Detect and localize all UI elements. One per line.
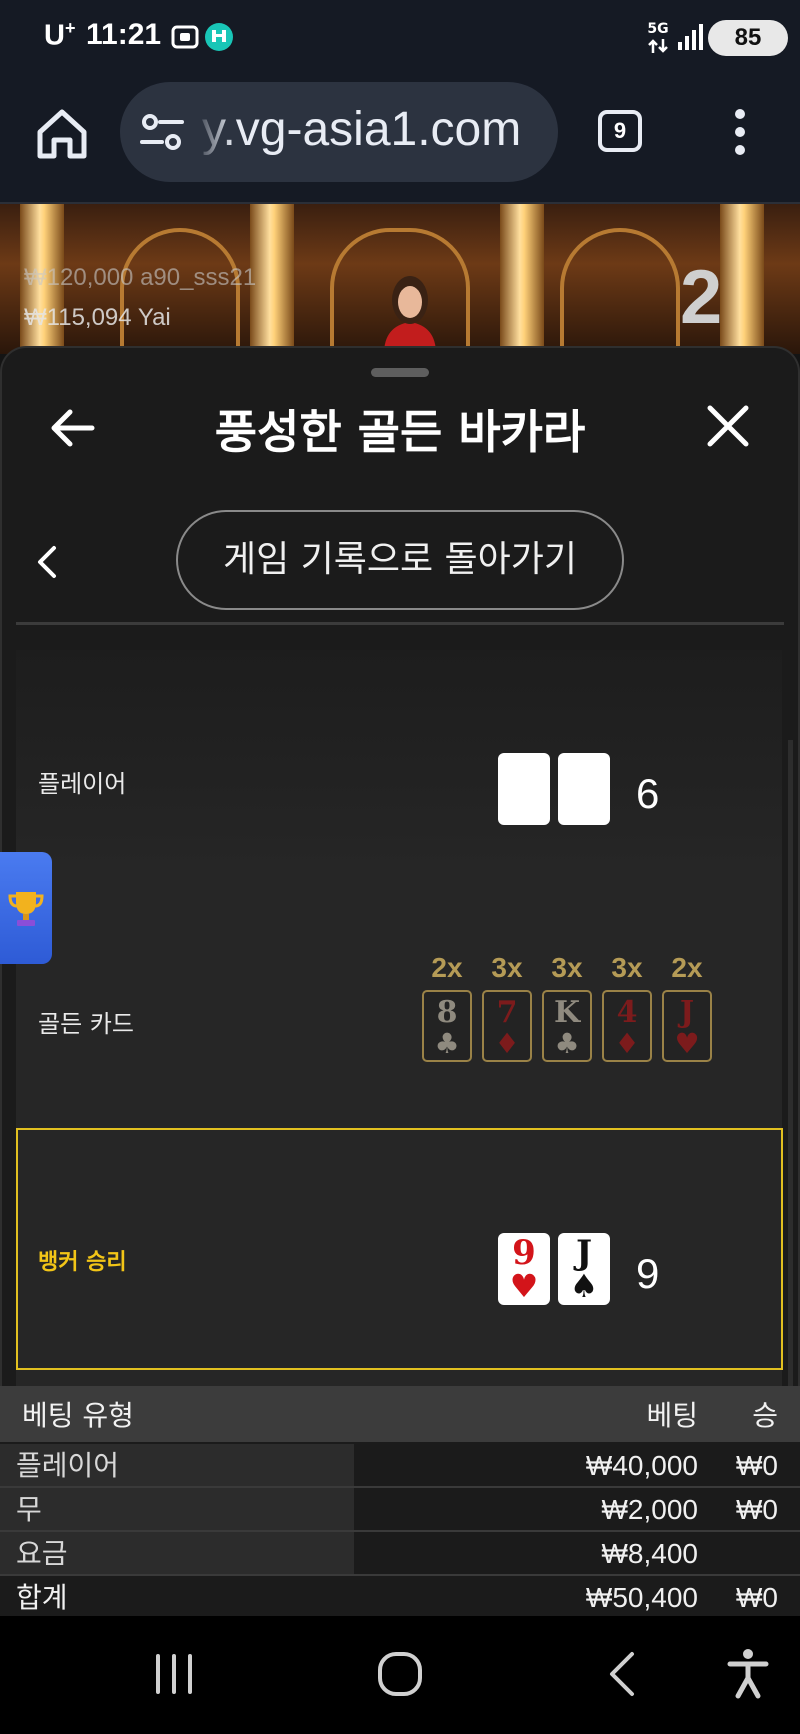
card-rank: 7: [572, 753, 596, 793]
card-rank: J: [679, 995, 695, 1030]
banker-card-2: J ♠: [558, 1233, 610, 1305]
golden-card-1: 8 ♣: [422, 990, 472, 1062]
table-total-row: 합계 ₩50,400 ₩0: [0, 1576, 800, 1620]
header-win: 승: [752, 1399, 778, 1432]
back-to-history-button[interactable]: 게임 기록으로 돌아가기: [176, 510, 624, 610]
card-rank: 9: [512, 753, 536, 793]
player-card-2: 7 ♣: [558, 753, 610, 825]
card-suit: ♣: [434, 1027, 460, 1060]
card-suit: ♠: [569, 1267, 599, 1305]
bet-amount-cell: ₩50,400: [585, 1582, 698, 1613]
table-row: 무 ₩2,000 ₩0: [0, 1488, 800, 1532]
panel-title: 풍성한 골든 바카라: [214, 405, 586, 459]
card-rank: 7: [496, 995, 518, 1030]
win-amount-cell: ₩0: [736, 1494, 778, 1525]
screen: U+ 11:21 5G 85 y.vg-asia1.com 9 ₩120,000…: [0, 0, 800, 1734]
browser-toolbar: y.vg-asia1.com 9: [0, 78, 800, 204]
screenshot-icon: [171, 25, 199, 49]
bet-type-cell: 무: [0, 1488, 354, 1530]
card-suit: ♣: [554, 1027, 580, 1060]
bet-type-cell: 플레이어: [0, 1444, 354, 1486]
bet-amount-cell: ₩8,400: [601, 1538, 699, 1569]
golden-card-4: 4 ♦: [602, 990, 652, 1062]
card-suit: ♥: [509, 1267, 539, 1305]
url-text[interactable]: y.vg-asia1.com: [202, 102, 521, 157]
win-amount-cell: ₩0: [736, 1582, 778, 1613]
card-rank: 9: [512, 1233, 536, 1273]
clock: 11:21: [86, 18, 162, 51]
win-amount-cell: ₩0: [736, 1450, 778, 1481]
golden-multiplier-4: 3x: [611, 952, 643, 983]
card-suit: ♥: [674, 1027, 700, 1060]
drag-handle[interactable]: [371, 368, 429, 377]
signal-icon: [678, 24, 703, 50]
system-nav-bar: [0, 1616, 800, 1734]
accessibility-icon[interactable]: [726, 1646, 770, 1702]
banker-result-label: 뱅커 승리: [38, 1250, 127, 1275]
app-notification-icon: [205, 23, 233, 51]
status-bar: U+ 11:21 5G 85: [0, 0, 800, 78]
golden-multiplier-2: 3x: [491, 952, 523, 983]
chevron-left-icon[interactable]: [34, 544, 60, 580]
player-card-1: 9 ♣: [498, 753, 550, 825]
golden-card-2: 7 ♦: [482, 990, 532, 1062]
card-rank: K: [553, 995, 581, 1030]
card-suit: ♦: [494, 1027, 520, 1060]
more-vert-icon[interactable]: [728, 106, 752, 158]
arrow-left-icon[interactable]: [48, 404, 96, 452]
leaderboard-tab[interactable]: [0, 852, 52, 964]
carrier-label: U+: [44, 18, 76, 52]
table-row: 요금 ₩8,400: [0, 1532, 800, 1576]
back-icon[interactable]: [604, 1646, 640, 1702]
banker-win-highlight: [16, 1128, 783, 1370]
round-number: 2: [680, 255, 723, 340]
card-suit: ♣: [569, 787, 599, 825]
bet-amount-cell: ₩40,000: [585, 1450, 698, 1481]
header-bet: 베팅: [646, 1399, 698, 1432]
home-icon[interactable]: [34, 106, 90, 162]
bet-amount-cell: ₩2,000: [601, 1494, 699, 1525]
golden-cards-label: 골든 카드: [38, 1010, 134, 1038]
network-type: 5G: [647, 21, 669, 37]
bet-type-cell: 합계: [0, 1576, 354, 1618]
player-balance-2: ₩115,094 Yai: [24, 304, 171, 331]
player-balance-1: ₩120,000 a90_sss21: [24, 264, 257, 291]
banker-card-1: 9 ♥: [498, 1233, 550, 1305]
address-bar[interactable]: y.vg-asia1.com: [120, 82, 558, 182]
card-suit: ♣: [509, 787, 539, 825]
close-icon[interactable]: [706, 404, 750, 448]
divider: [16, 622, 784, 625]
golden-multiplier-5: 2x: [671, 952, 703, 983]
dealer-avatar: [384, 276, 436, 354]
header-bet-type: 베팅 유형: [22, 1399, 134, 1432]
golden-multiplier-3: 3x: [551, 952, 583, 983]
banker-total: 9: [636, 1250, 660, 1297]
bet-type-cell: 요금: [0, 1532, 354, 1574]
tabs-button[interactable]: 9: [598, 110, 642, 152]
bet-table: 베팅 유형 베팅 승 플레이어 ₩40,000 ₩0 무 ₩2,000 ₩0 요…: [0, 1386, 800, 1618]
battery-indicator: 85: [708, 20, 788, 56]
site-settings-icon[interactable]: [140, 112, 184, 152]
data-arrows-icon: [648, 39, 668, 53]
card-rank: 4: [616, 995, 638, 1030]
golden-card-3: K ♣: [542, 990, 592, 1062]
table-row: 플레이어 ₩40,000 ₩0: [0, 1444, 800, 1488]
player-row-label: 플레이어: [38, 770, 127, 798]
golden-card-5: J ♥: [662, 990, 712, 1062]
player-total: 6: [636, 770, 660, 817]
card-rank: J: [575, 1233, 593, 1273]
golden-multiplier-1: 2x: [431, 952, 463, 983]
trophy-icon: [8, 892, 44, 926]
home-circle-icon[interactable]: [376, 1646, 424, 1702]
card-rank: 8: [436, 995, 458, 1030]
url-fade: [194, 82, 234, 182]
table-header: 베팅 유형 베팅 승: [0, 1386, 800, 1442]
card-suit: ♦: [614, 1027, 640, 1060]
recents-icon[interactable]: [152, 1646, 196, 1702]
